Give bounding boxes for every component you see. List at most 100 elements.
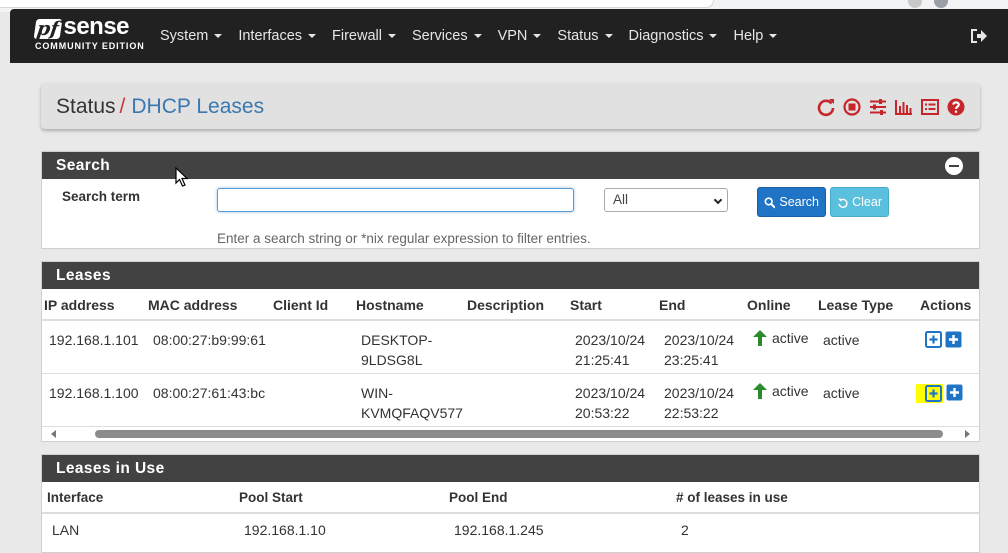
row-actions: [925, 331, 962, 348]
scroll-right-icon[interactable]: [965, 430, 970, 438]
undo-icon: [837, 198, 848, 208]
cell-mac: 08:00:27:61:43:bc: [153, 385, 266, 401]
logo-pf: pf: [33, 18, 63, 40]
chevron-down-icon: [713, 195, 723, 205]
hostname-line-2: KVMQFAQV577: [361, 405, 463, 421]
cell-lease-type: active: [823, 332, 860, 348]
caret-down-icon: [769, 34, 778, 38]
leases-in-use-heading: Leases in Use: [42, 455, 979, 482]
menu-vpn[interactable]: VPN: [498, 28, 542, 44]
cell-mac: 08:00:27:b9:99:61: [153, 332, 266, 348]
start-time: 20:53:22: [575, 405, 630, 421]
panel-title: Search: [56, 157, 111, 174]
panel-title: Leases in Use: [56, 460, 165, 477]
add-wol-mapping-icon[interactable]: [945, 331, 962, 348]
browser-tab-edge: [0, 0, 714, 8]
help-icon[interactable]: [946, 97, 966, 117]
table-row: LAN 192.168.1.10 192.168.1.245 2: [42, 514, 979, 548]
arrow-up-icon: [753, 383, 767, 399]
panel-title: Leases: [56, 267, 111, 284]
col-end[interactable]: End: [659, 297, 685, 313]
start-date: 2023/10/24: [575, 332, 646, 348]
caret-down-icon: [604, 34, 613, 38]
col-hostname[interactable]: Hostname: [356, 297, 424, 313]
table-row: 192.168.1.101 08:00:27:b9:99:61 DESKTOP-…: [42, 321, 979, 374]
top-navbar: pf sense COMMUNITY EDITION System Interf…: [10, 9, 1008, 63]
hostname-line-1: WIN-: [361, 385, 393, 401]
hostname-line-2: 9LDSG8L: [361, 352, 423, 368]
collapse-minus-icon[interactable]: [945, 157, 963, 175]
cell-ip: 192.168.1.100: [49, 385, 139, 401]
menu-status[interactable]: Status: [557, 28, 613, 44]
col-description[interactable]: Description: [467, 297, 544, 313]
caret-down-icon: [709, 34, 718, 38]
cell-pool-start: 192.168.1.10: [244, 522, 326, 538]
start-date: 2023/10/24: [575, 385, 646, 401]
add-wol-mapping-icon[interactable]: [946, 384, 963, 401]
cell-hostname: DESKTOP- 9LDSG8L: [361, 330, 432, 370]
select-value: All: [613, 192, 629, 207]
add-static-mapping-icon[interactable]: [925, 331, 942, 348]
breadcrumb-current[interactable]: DHCP Leases: [131, 95, 264, 118]
search-panel: Search Search term All Search Clear Ente…: [41, 151, 980, 249]
cell-start: 2023/10/24 21:25:41: [575, 330, 645, 370]
menu-label: VPN: [497, 28, 528, 44]
breadcrumb-parent: Status: [56, 95, 116, 118]
breadcrumb-separator: /: [119, 95, 126, 118]
leases-in-use-panel: Leases in Use Interface Pool Start Pool …: [41, 454, 980, 553]
mouse-pointer-icon: [175, 167, 189, 187]
search-input[interactable]: [217, 188, 574, 212]
col-online[interactable]: Online: [747, 297, 791, 313]
col-pool-end: Pool End: [449, 490, 508, 505]
menu-firewall[interactable]: Firewall: [332, 28, 396, 44]
scrollbar-thumb[interactable]: [95, 430, 943, 438]
menu-help[interactable]: Help: [733, 28, 778, 44]
clear-button[interactable]: Clear: [830, 187, 889, 217]
leases-table: IP address MAC address Client Id Hostnam…: [42, 289, 979, 427]
bar-chart-icon[interactable]: [894, 97, 914, 117]
menu-interfaces[interactable]: Interfaces: [238, 28, 317, 44]
table-header: IP address MAC address Client Id Hostnam…: [42, 289, 979, 321]
menu-system[interactable]: System: [160, 28, 223, 44]
add-static-mapping-icon[interactable]: [925, 385, 942, 402]
pfsense-logo[interactable]: pf sense COMMUNITY EDITION: [33, 15, 145, 51]
caret-down-icon: [387, 34, 396, 38]
cell-online: active: [752, 381, 809, 401]
hostname-line-1: DESKTOP-: [361, 332, 433, 348]
cell-lease-type: active: [823, 385, 860, 401]
cell-end: 2023/10/24 23:25:41: [664, 330, 734, 370]
cell-online: active: [752, 328, 809, 348]
search-icon: [764, 196, 776, 208]
end-date: 2023/10/24: [664, 385, 735, 401]
sign-out-icon[interactable]: [968, 26, 988, 46]
scroll-left-icon[interactable]: [51, 430, 56, 438]
menu-label: System: [160, 28, 209, 44]
horizontal-scrollbar[interactable]: [42, 427, 979, 441]
col-start[interactable]: Start: [570, 297, 602, 313]
online-status: active: [772, 330, 809, 346]
search-button[interactable]: Search: [757, 187, 826, 217]
sliders-icon[interactable]: [868, 97, 888, 117]
cell-interface: LAN: [52, 522, 80, 538]
menu-services[interactable]: Services: [412, 28, 482, 44]
menu-diagnostics[interactable]: Diagnostics: [629, 28, 718, 44]
menu-label: Status: [557, 28, 599, 44]
caret-down-icon: [214, 34, 223, 38]
col-ip-address[interactable]: IP address: [44, 297, 115, 313]
logo-edition: COMMUNITY EDITION: [35, 41, 145, 51]
caret-down-icon: [308, 34, 317, 38]
search-field-select[interactable]: All: [604, 188, 728, 212]
menu-label: Help: [733, 28, 764, 44]
leases-panel: Leases IP address MAC address Client Id …: [41, 261, 980, 442]
menu-label: Firewall: [332, 28, 382, 44]
restart-icon[interactable]: [816, 97, 836, 117]
caret-down-icon: [473, 34, 482, 38]
col-client-id[interactable]: Client Id: [273, 297, 328, 313]
search-term-label: Search term: [62, 189, 141, 204]
stop-icon[interactable]: [842, 97, 862, 117]
browser-profile-icon[interactable]: [908, 0, 922, 8]
list-icon[interactable]: [920, 97, 940, 117]
col-lease-type[interactable]: Lease Type: [818, 297, 893, 313]
col-mac-address[interactable]: MAC address: [148, 297, 237, 313]
browser-menu-icon[interactable]: [934, 0, 948, 8]
